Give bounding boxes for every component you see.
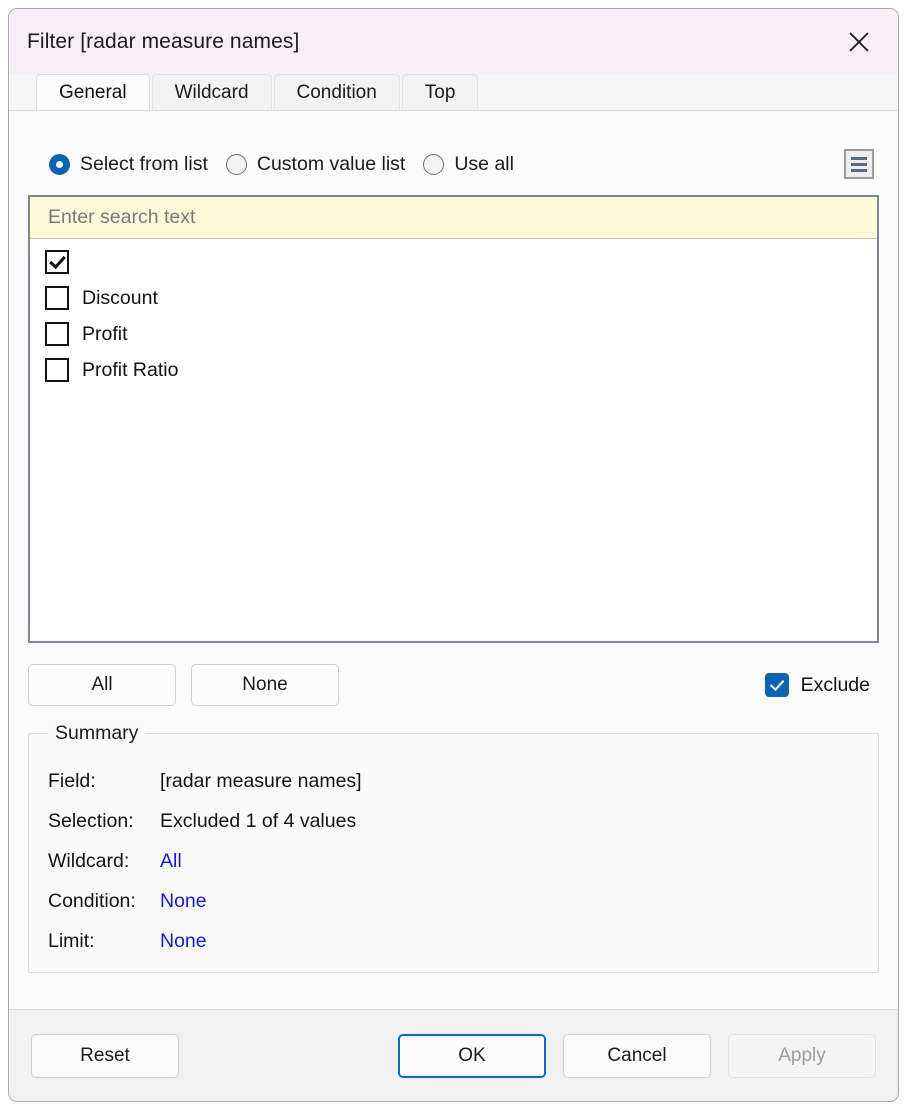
tab-wildcard-label: Wildcard [174,81,249,103]
filter-mode-row: Select from list Custom value list Use a… [28,141,879,187]
selection-actions-row: All None Exclude [28,664,879,706]
tab-strip: General Wildcard Condition Top [9,74,898,110]
menu-bar-3 [851,168,867,172]
value-label: Profit [82,322,128,345]
exclude-label: Exclude [800,673,870,696]
reset-button[interactable]: Reset [31,1033,179,1078]
value-label: Discount [82,286,158,309]
value-listbox: Enter search text Discount Profit Profit… [28,195,879,643]
summary-key: Field: [48,770,96,792]
tab-condition-label: Condition [296,81,377,103]
list-item[interactable] [30,244,877,280]
summary-legend: Summary [48,722,146,745]
value-list[interactable]: Discount Profit Profit Ratio [30,239,877,641]
filter-dialog: Filter [radar measure names] General Wil… [8,8,899,1102]
apply-button: Apply [728,1033,876,1078]
dialog-footer: Reset OK Cancel Apply [9,1009,898,1101]
select-none-button[interactable]: None [191,664,339,706]
value-checkbox[interactable] [45,250,69,274]
radio-use-all-label: Use all [454,152,514,175]
summary-value: Excluded 1 of 4 values [160,810,357,832]
summary-row-limit: Limit: None [48,930,878,970]
summary-key: Selection: [48,810,134,832]
cancel-button[interactable]: Cancel [563,1033,711,1078]
tab-wildcard[interactable]: Wildcard [151,74,272,110]
list-item[interactable]: Discount [30,280,877,316]
exclude-checkbox[interactable]: Exclude [764,673,879,697]
value-checkbox[interactable] [45,358,69,382]
tab-condition[interactable]: Condition [273,74,400,110]
tab-top-label: Top [424,81,456,103]
search-input[interactable]: Enter search text [30,197,877,239]
exclude-checkbox-indicator [764,673,789,697]
dialog-title: Filter [radar measure names] [27,29,300,53]
close-icon[interactable] [842,25,876,59]
general-tab-panel: Select from list Custom value list Use a… [9,110,898,1009]
value-label: Profit Ratio [82,358,179,381]
summary-value-link[interactable]: None [160,890,207,913]
radio-select-from-list[interactable]: Select from list [49,153,208,176]
summary-row-condition: Condition: None [48,890,878,930]
summary-value-link[interactable]: All [160,850,182,873]
list-item[interactable]: Profit [30,316,877,352]
menu-bar-1 [851,156,867,160]
radio-use-all-indicator [423,153,445,175]
radio-custom-value-list[interactable]: Custom value list [225,152,406,176]
tab-top[interactable]: Top [401,74,479,110]
summary-group: Summary Field: [radar measure names] Sel… [28,722,879,973]
hamburger-menu-icon[interactable] [844,149,874,179]
radio-custom-value-list-indicator [225,153,247,175]
summary-key: Wildcard: [48,850,130,872]
value-checkbox[interactable] [45,322,69,346]
radio-select-from-list-indicator [49,153,70,175]
value-checkbox[interactable] [45,286,69,310]
summary-rows: Field: [radar measure names] Selection: … [29,734,878,970]
select-all-button[interactable]: All [28,664,176,706]
summary-key: Condition: [48,890,136,912]
summary-key: Limit: [48,930,95,952]
radio-use-all[interactable]: Use all [423,153,514,176]
radio-custom-value-list-label: Custom value list [256,152,406,175]
summary-row-wildcard: Wildcard: All [48,850,878,890]
list-item[interactable]: Profit Ratio [30,352,877,388]
summary-value: [radar measure names] [160,770,362,792]
ok-button[interactable]: OK [398,1033,546,1078]
radio-select-from-list-label: Select from list [80,152,208,175]
dialog-titlebar: Filter [radar measure names] [9,9,898,74]
summary-value-link[interactable]: None [160,930,207,953]
menu-bar-2 [851,162,867,166]
summary-row-field: Field: [radar measure names] [48,770,878,810]
tab-general-label: General [59,81,127,103]
summary-row-selection: Selection: Excluded 1 of 4 values [48,810,878,850]
tab-general[interactable]: General [36,74,150,110]
